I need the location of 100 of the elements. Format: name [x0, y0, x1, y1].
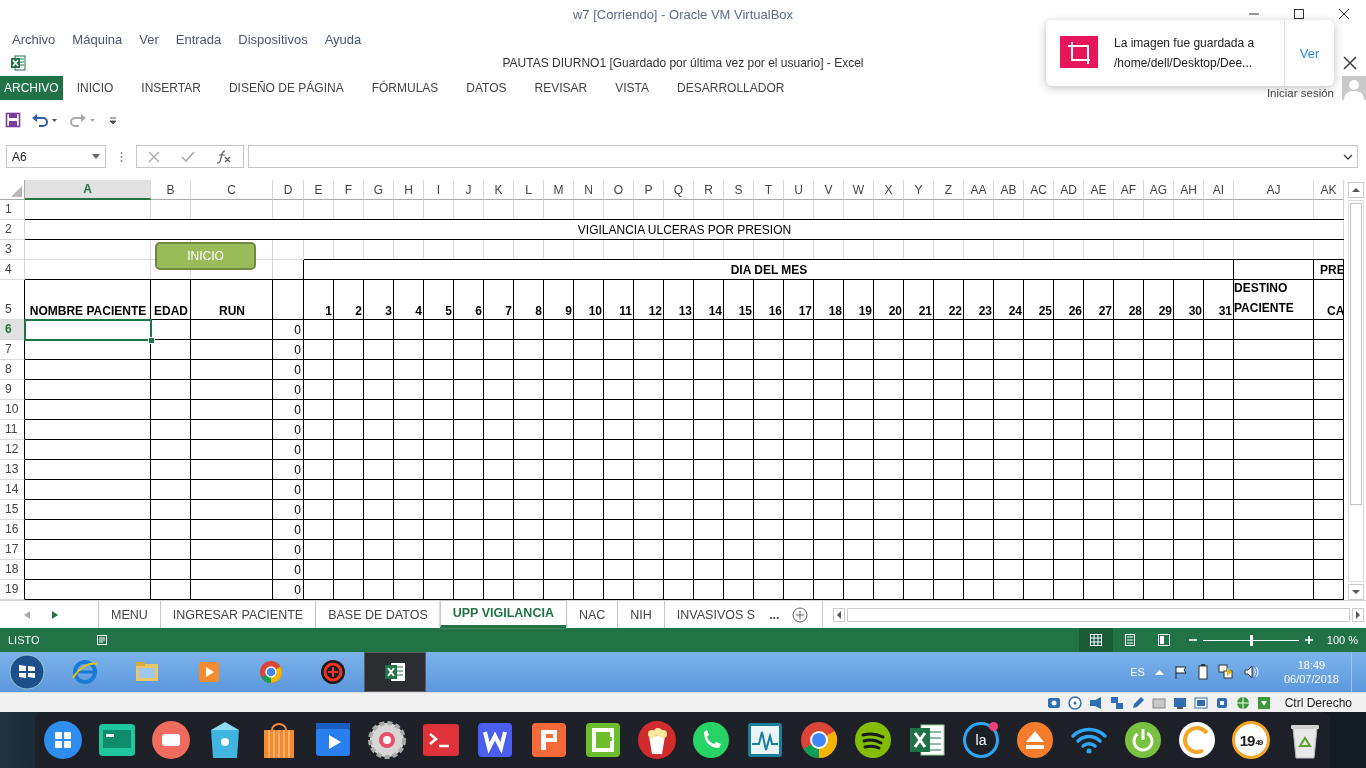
- ribbon-tab[interactable]: VISTA: [601, 76, 664, 100]
- column-header[interactable]: T: [754, 180, 784, 200]
- column-header[interactable]: I: [424, 180, 454, 200]
- row-header[interactable]: 13: [0, 460, 25, 480]
- row-header[interactable]: 2: [0, 220, 25, 240]
- record-icon[interactable]: [151, 720, 191, 760]
- vertical-scrollbar[interactable]: [1348, 200, 1364, 582]
- sheet-tab[interactable]: UPP VIGILANCIA: [439, 601, 566, 628]
- customize-icon[interactable]: [107, 114, 119, 126]
- column-header[interactable]: C: [191, 180, 273, 200]
- power-icon[interactable]: [1123, 720, 1163, 760]
- column-header[interactable]: W: [844, 180, 874, 200]
- row-header[interactable]: 8: [0, 360, 25, 380]
- pulse-icon[interactable]: [745, 720, 785, 760]
- column-header[interactable]: R: [694, 180, 724, 200]
- column-header[interactable]: AH: [1174, 180, 1204, 200]
- row-header[interactable]: 12: [0, 440, 25, 460]
- ribbon-tab[interactable]: ARCHIVO: [0, 76, 63, 100]
- formula-field[interactable]: [248, 145, 1358, 168]
- column-header[interactable]: Z: [934, 180, 964, 200]
- column-header[interactable]: Q: [664, 180, 694, 200]
- ring-icon[interactable]: [1177, 720, 1217, 760]
- scroll-up-icon[interactable]: [1348, 182, 1364, 198]
- menu-item[interactable]: Archivo: [12, 31, 56, 47]
- start-button[interactable]: [9, 654, 45, 690]
- grid-icon[interactable]: [43, 720, 83, 760]
- save-icon[interactable]: [5, 112, 21, 128]
- column-header[interactable]: O: [604, 180, 634, 200]
- settings-icon[interactable]: [367, 720, 407, 760]
- check-icon[interactable]: [181, 150, 195, 163]
- next-sheet-icon[interactable]: [52, 610, 58, 619]
- column-header[interactable]: S: [724, 180, 754, 200]
- menu-item[interactable]: Ver: [139, 31, 159, 47]
- network-icon[interactable]: [1108, 694, 1125, 711]
- more-tabs-button[interactable]: ...: [767, 601, 788, 628]
- row-header[interactable]: 17: [0, 540, 25, 560]
- row-header[interactable]: 11: [0, 420, 25, 440]
- column-header[interactable]: AB: [994, 180, 1024, 200]
- row-header[interactable]: 4: [0, 260, 25, 280]
- column-header[interactable]: B: [151, 180, 191, 200]
- network-icon[interactable]: [1217, 664, 1234, 680]
- video-icon[interactable]: [1192, 694, 1209, 711]
- column-header[interactable]: N: [574, 180, 604, 200]
- undo-icon[interactable]: [31, 112, 59, 128]
- column-header[interactable]: X: [874, 180, 904, 200]
- column-header[interactable]: Y: [904, 180, 934, 200]
- close-icon[interactable]: [1337, 8, 1350, 20]
- globe-icon[interactable]: [1234, 694, 1251, 711]
- row-header[interactable]: 3: [0, 240, 25, 260]
- optical-disc-icon[interactable]: [1066, 694, 1083, 711]
- popcorn-icon[interactable]: [637, 720, 677, 760]
- row-header[interactable]: 18: [0, 560, 25, 580]
- sign-in-link[interactable]: Iniciar sesión: [1266, 87, 1342, 100]
- browser-icon[interactable]: [799, 720, 839, 760]
- dock-button[interactable]: la: [963, 722, 999, 758]
- row-header[interactable]: 15: [0, 500, 25, 520]
- column-header[interactable]: P: [634, 180, 664, 200]
- column-header[interactable]: AF: [1114, 180, 1144, 200]
- row-header[interactable]: 7: [0, 340, 25, 360]
- function-icon[interactable]: [216, 149, 233, 164]
- expand-icon[interactable]: [1343, 153, 1353, 160]
- ribbon-tab[interactable]: INSERTAR: [127, 76, 215, 100]
- scroll-right-icon[interactable]: [1352, 607, 1364, 622]
- close-icon[interactable]: [1343, 56, 1357, 70]
- scroll-down-icon[interactable]: [1348, 584, 1364, 600]
- row-header[interactable]: 9: [0, 380, 25, 400]
- column-header[interactable]: AI: [1204, 180, 1234, 200]
- row-header[interactable]: 6: [0, 320, 25, 340]
- column-header[interactable]: H: [394, 180, 424, 200]
- ribbon-tab[interactable]: DESARROLLADOR: [663, 76, 799, 100]
- chevron-up-icon[interactable]: [1154, 669, 1164, 675]
- zoom-out-icon[interactable]: [1188, 636, 1197, 644]
- column-header[interactable]: A: [25, 180, 151, 200]
- column-header[interactable]: AC: [1024, 180, 1054, 200]
- column-header[interactable]: V: [814, 180, 844, 200]
- maximize-icon[interactable]: [1292, 8, 1305, 20]
- sheet-icon[interactable]: [583, 720, 623, 760]
- column-header[interactable]: L: [514, 180, 544, 200]
- menu-item[interactable]: Máquina: [72, 31, 123, 47]
- row-header[interactable]: 14: [0, 480, 25, 500]
- view-button[interactable]: [1078, 628, 1113, 652]
- column-header[interactable]: AJ: [1234, 180, 1314, 200]
- row-header[interactable]: 19: [0, 580, 25, 600]
- slides-icon[interactable]: [529, 720, 569, 760]
- zoom-in-icon[interactable]: [1304, 636, 1313, 644]
- name-box[interactable]: A6: [6, 145, 106, 168]
- column-header[interactable]: M: [544, 180, 574, 200]
- menu-item[interactable]: Ayuda: [324, 31, 362, 47]
- ribbon-tab[interactable]: FÓRMULAS: [357, 76, 453, 100]
- scroll-left-icon[interactable]: [832, 607, 845, 622]
- add-sheet-icon[interactable]: [791, 606, 808, 623]
- sound-waves-icon[interactable]: [853, 720, 893, 760]
- ribbon-tab[interactable]: DATOS: [452, 76, 521, 100]
- menu-item[interactable]: Dispositivos: [238, 31, 308, 47]
- ribbon-tab[interactable]: REVISAR: [520, 76, 602, 100]
- column-header[interactable]: D: [273, 180, 304, 200]
- taskbar-button[interactable]: [364, 652, 426, 692]
- battery-icon[interactable]: [1197, 664, 1208, 680]
- ribbon-tab[interactable]: DISEÑO DE PÁGINA: [214, 76, 358, 100]
- ribbon-tab[interactable]: INICIO: [62, 76, 128, 100]
